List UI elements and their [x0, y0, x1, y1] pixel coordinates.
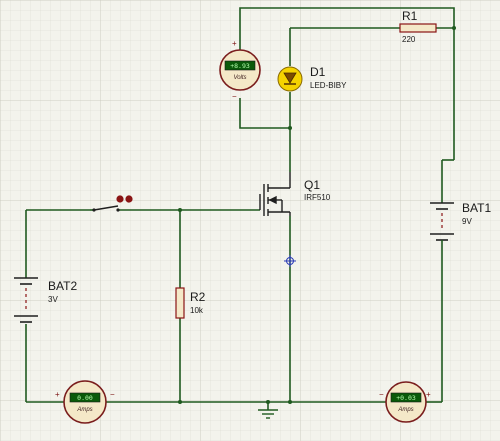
ammeter-right-reading: +0.03	[396, 394, 416, 402]
ammeter-left-plus: +	[55, 390, 60, 399]
resistor-r2[interactable]: R2 10k	[175, 287, 206, 319]
bat2-ref: BAT2	[48, 279, 77, 293]
voltmeter-minus: −	[232, 92, 237, 101]
d1-ref: D1	[310, 65, 326, 79]
voltmeter-plus: +	[232, 39, 237, 48]
q1-ref: Q1	[304, 178, 320, 192]
voltmeter-reading: +8.93	[230, 62, 250, 70]
ammeter-right-unit: Amps	[397, 407, 413, 413]
bat2-value: 3V	[48, 295, 58, 304]
switch-button-right[interactable]	[125, 195, 133, 203]
ammeter-left-unit: Amps	[76, 407, 92, 413]
ammeter-left-minus: −	[110, 390, 115, 399]
ammeter-right-plus: +	[426, 390, 431, 399]
bat1-value: 9V	[462, 217, 472, 226]
schematic-svg: R1 220 R2 10k D1 LED-BIBY Q1 IRF510 BAT1…	[0, 0, 500, 441]
r1-value: 220	[402, 35, 416, 44]
switch-button-left[interactable]	[116, 195, 124, 203]
bat1-ref: BAT1	[462, 201, 491, 215]
q1-value: IRF510	[304, 193, 331, 202]
r1-ref: R1	[402, 9, 418, 23]
voltmeter-unit: Volts	[233, 75, 246, 81]
r2-ref: R2	[190, 290, 206, 304]
d1-value: LED-BIBY	[310, 81, 347, 90]
ammeter-right-minus: −	[379, 390, 384, 399]
schematic-canvas: R1 220 R2 10k D1 LED-BIBY Q1 IRF510 BAT1…	[0, 0, 500, 441]
ammeter-left-reading: 0.00	[77, 394, 93, 402]
r2-value: 10k	[190, 306, 204, 315]
